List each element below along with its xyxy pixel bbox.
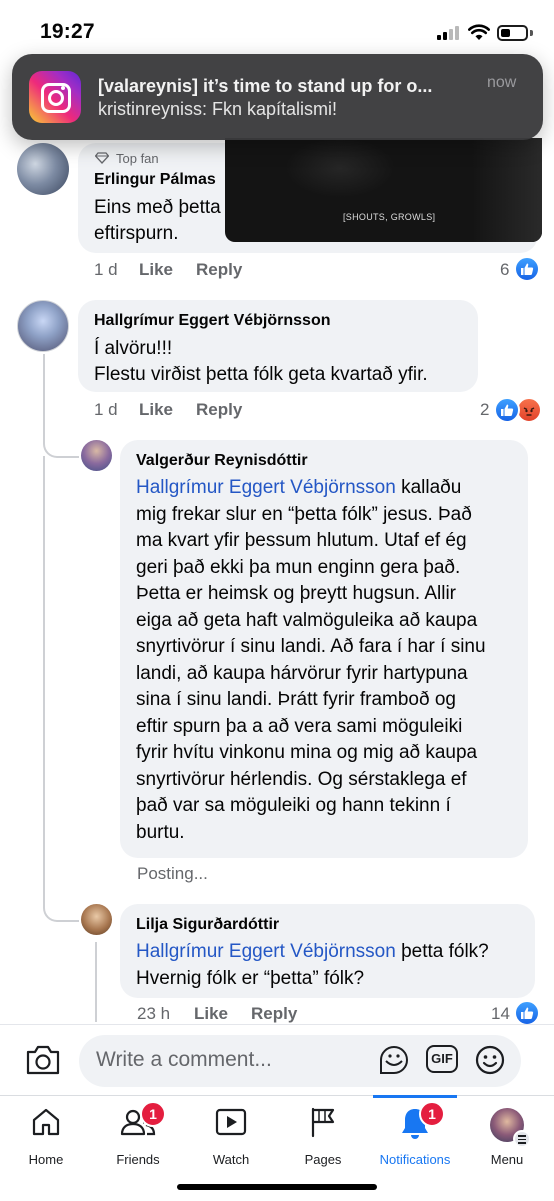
thread-line xyxy=(95,942,97,1022)
like-button[interactable]: Like xyxy=(194,1004,228,1024)
pages-flag-icon xyxy=(311,1107,335,1138)
comment-text-line: ma kvart yfir þessum hlutum. Utaf ef ég xyxy=(136,530,467,551)
like-reaction-icon xyxy=(514,256,540,282)
battery-icon xyxy=(497,25,528,41)
comment-bubble-3[interactable]: Valgerður Reynisdóttir Hallgrímur Eggert… xyxy=(120,440,528,858)
emoji-icon[interactable] xyxy=(474,1044,506,1076)
wifi-icon xyxy=(468,24,490,40)
comment-text-line: Flestu virðist þetta fólk geta kvartað y… xyxy=(94,364,428,385)
menu-icon xyxy=(513,1130,531,1148)
posting-status: Posting... xyxy=(137,864,208,883)
like-button[interactable]: Like xyxy=(139,400,173,420)
comment-author[interactable]: Hallgrímur Eggert Vébjörnsson xyxy=(94,312,330,330)
comment-text-line: fyrir hvítu vinkonu mina og mig að kaupa xyxy=(136,742,478,763)
avatar-erlingur[interactable] xyxy=(17,143,69,195)
comment-text-line: burtu. xyxy=(136,821,185,843)
tab-home[interactable]: Home xyxy=(0,1098,92,1168)
diamond-icon xyxy=(95,152,109,164)
avatar-lilja[interactable] xyxy=(81,904,112,935)
sticker-icon[interactable] xyxy=(377,1044,411,1076)
camera-icon[interactable] xyxy=(25,1044,61,1076)
instagram-notification-banner[interactable]: [valareynis] it’s time to stand up for o… xyxy=(12,54,543,140)
thread-line xyxy=(43,456,45,876)
comment-text-line: Þetta er heimsk og þreytt hugsun. Allir xyxy=(136,583,456,604)
comment-text-line: snyrtivörur hérlendis. Og sérstaklega ef xyxy=(136,768,467,790)
comment-time: 1 d xyxy=(94,400,118,419)
avatar-hallgrimur[interactable] xyxy=(17,300,69,352)
comment-text-line: eiga að geta haft valmöguleika að kaupa xyxy=(136,609,478,631)
comment-author[interactable]: Lilja Sigurðardóttir xyxy=(136,916,279,934)
comment-text-line: sina í sinu landi. Þrátt fyrir framboð o… xyxy=(136,689,456,710)
comment-text-line: Hvernig fólk er “þetta” fólk? xyxy=(136,967,365,989)
comment-text-line: Eins með þetta xyxy=(94,197,221,218)
tab-label: Home xyxy=(28,1152,64,1167)
comment-text-line: það var sa möguleiki og hann tekinn í xyxy=(136,795,451,816)
reaction-count[interactable]: 14 xyxy=(491,1004,510,1024)
notification-body: kristinreyniss: Fkn kapítalismi! xyxy=(98,99,338,119)
tab-menu[interactable]: Menu xyxy=(461,1098,553,1168)
notifications-badge: 1 xyxy=(419,1101,445,1127)
like-reaction-icon xyxy=(494,397,520,423)
composer-divider xyxy=(0,1024,554,1025)
comment-first-line: Hallgrímur Eggert Vébjörnsson kallaðu xyxy=(136,477,462,498)
reaction-count[interactable]: 6 xyxy=(500,260,509,280)
tab-label: Watch xyxy=(212,1152,250,1167)
top-fan-badge: Top fan xyxy=(116,151,159,166)
comment-text-line: snyrtivörur í sinu landi. Að fara í har … xyxy=(136,636,486,657)
tab-label: Friends xyxy=(116,1152,160,1167)
mention-link[interactable]: Hallgrímur Eggert Vébjörnsson xyxy=(136,477,396,498)
comment-text-line: geri það ekki þa mun enginn gera það. xyxy=(136,556,461,578)
comment-text-line: landi, að kaupa hárvörur fyrir hartypuna xyxy=(136,662,468,684)
comment-time: 23 h xyxy=(137,1004,171,1023)
thread-connector xyxy=(43,874,79,922)
status-time: 19:27 xyxy=(40,20,95,43)
tab-label: Menu xyxy=(490,1152,524,1167)
comment-first-line: Hallgrímur Eggert Vébjörnsson þetta fólk… xyxy=(136,941,489,962)
home-icon xyxy=(32,1108,60,1136)
watch-icon xyxy=(215,1108,247,1136)
reply-button[interactable]: Reply xyxy=(196,400,242,420)
reaction-count[interactable]: 2 xyxy=(480,400,489,420)
notification-title: [valareynis] it’s time to stand up for o… xyxy=(98,76,433,96)
tab-pages[interactable]: Pages xyxy=(277,1098,369,1168)
tab-watch[interactable]: Watch xyxy=(185,1098,277,1168)
comment-time: 1 d xyxy=(94,260,118,279)
comment-text-line: eftir spurn þa a að vera sami möguleiki xyxy=(136,715,463,737)
home-indicator xyxy=(177,1184,377,1190)
cellular-signal-icon xyxy=(437,26,463,40)
reply-button[interactable]: Reply xyxy=(196,260,242,280)
comment-text-line: Í alvöru!!! xyxy=(94,338,173,359)
comment-text-line: mig frekar slur en “þetta fólk” jesus. Þ… xyxy=(136,503,472,525)
comment-author[interactable]: Valgerður Reynisdóttir xyxy=(136,452,308,470)
like-button[interactable]: Like xyxy=(139,260,173,280)
notification-time: now xyxy=(487,74,517,91)
thread-line xyxy=(43,354,45,420)
friends-badge: 1 xyxy=(140,1101,166,1127)
comment-bubble-2[interactable]: Hallgrímur Eggert Vébjörnsson Í alvöru!!… xyxy=(78,300,478,392)
battery-tip xyxy=(530,30,533,36)
like-reaction-icon xyxy=(514,1000,540,1026)
comment-text-line: eftirspurn. xyxy=(94,223,179,244)
comment-bubble-4[interactable]: Lilja Sigurðardóttir Hallgrímur Eggert V… xyxy=(120,904,535,998)
floating-video-player[interactable]: [SHOUTS, GROWLS] xyxy=(225,138,542,242)
tab-label: Pages xyxy=(304,1152,342,1167)
reply-button[interactable]: Reply xyxy=(251,1004,297,1024)
thread-connector xyxy=(43,418,79,458)
comment-author[interactable]: Erlingur Pálmas xyxy=(94,171,216,189)
tab-friends[interactable]: 1 Friends xyxy=(92,1098,184,1168)
mention-link[interactable]: Hallgrímur Eggert Vébjörnsson xyxy=(136,941,396,962)
tab-label: Notifications xyxy=(379,1152,451,1167)
gif-button[interactable]: GIF xyxy=(426,1045,458,1073)
video-caption: [SHOUTS, GROWLS] xyxy=(343,212,436,222)
tab-notifications[interactable]: 1 Notifications xyxy=(369,1098,461,1168)
instagram-icon xyxy=(29,71,81,123)
comment-input-placeholder[interactable]: Write a comment... xyxy=(96,1048,272,1072)
avatar-valgerdur[interactable] xyxy=(81,440,112,471)
